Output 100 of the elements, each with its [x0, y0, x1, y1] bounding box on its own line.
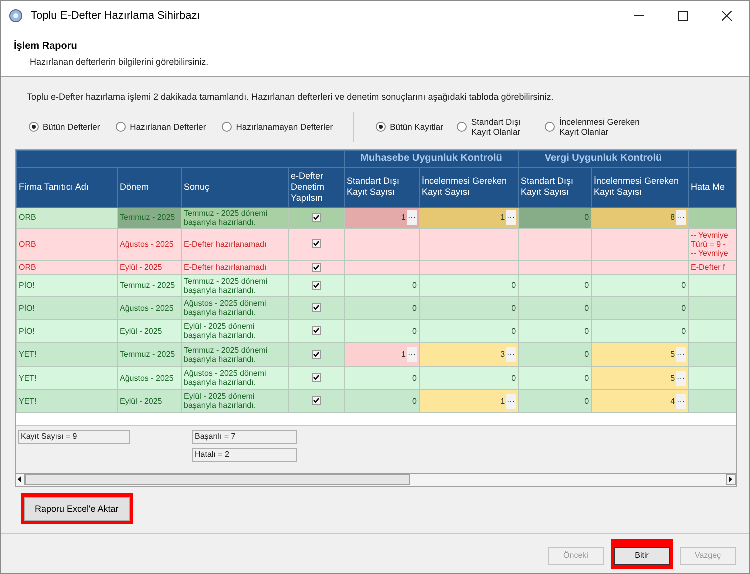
radio-icon[interactable] [545, 122, 556, 132]
table-cell: Ağustos - 2025 [118, 296, 182, 320]
table-cell: Temmuz - 2025 [118, 274, 182, 296]
page-subtitle: Hazırlanan defterlerin bilgilerini görebilirsiniz. [29, 56, 210, 69]
count-value: 4 [670, 396, 676, 406]
export-excel-button[interactable]: Raporu Excel'e Aktar [24, 497, 130, 522]
radio-icon[interactable] [29, 122, 39, 132]
count-value: 0 [412, 396, 417, 406]
count-value: 0 [584, 213, 590, 222]
table-cell: ORB [16, 207, 118, 228]
details-button[interactable]: ··· [676, 394, 686, 408]
maximize-icon[interactable] [678, 11, 688, 21]
column-header[interactable]: Standart Dışı Kayıt Sayısı [518, 167, 592, 207]
count-value: 8 [670, 213, 676, 222]
table-cell: YET! [16, 342, 118, 366]
count-value: 1 [500, 213, 506, 222]
table-cell: E-Defter hazırlanamadı [182, 260, 288, 274]
count-value: 0 [512, 281, 516, 290]
checkbox[interactable] [312, 373, 321, 382]
table-cell: Eylül - 2025 dönemi başarıyla hazırlandı. [182, 320, 288, 342]
details-button[interactable]: ··· [506, 347, 516, 362]
column-header[interactable]: Standart Dışı Kayıt Sayısı [344, 167, 420, 207]
radio-button[interactable]: Bütün Kayıtlar [376, 122, 444, 132]
table-cell: Eylül - 2025 [118, 320, 182, 342]
details-button[interactable]: ··· [676, 347, 686, 362]
column-header[interactable]: Dönem [118, 167, 182, 207]
checkbox[interactable] [312, 262, 321, 272]
count-value: 0 [584, 350, 590, 359]
column-header[interactable]: e-Defter Denetim Yapılsın [288, 167, 344, 207]
count-value: 0 [682, 281, 686, 290]
column-group-header: Muhasebe Uygunluk Kontrolü [344, 150, 519, 167]
count-value: 1 [402, 213, 406, 222]
radio-icon[interactable] [457, 122, 468, 132]
record-count: Kayıt Sayısı = 9 [18, 430, 130, 444]
radio-button[interactable]: Hazırlanan Defterler [116, 122, 206, 132]
details-button[interactable]: ··· [676, 210, 686, 225]
count-value: 0 [412, 326, 417, 336]
table-cell: Ağustos - 2025 [118, 228, 182, 260]
table-cell: Eylül - 2025 dönemi başarıyla hazırlandı. [182, 390, 288, 412]
table-cell: ORB [16, 228, 118, 260]
count-value: 0 [412, 374, 417, 382]
checkbox[interactable] [312, 350, 321, 359]
count-value: 0 [512, 374, 516, 382]
close-icon[interactable] [722, 11, 732, 21]
checkbox[interactable] [312, 280, 321, 290]
table-cell: Temmuz - 2025 dönemi başarıyla hazırlandı. [182, 274, 288, 296]
table-cell: Ağustos - 2025 dönemi başarıyla hazırlandı. [182, 366, 288, 390]
count-value: 0 [412, 281, 417, 290]
details-button[interactable]: ··· [506, 210, 516, 225]
radio-icon[interactable] [116, 122, 126, 132]
column-header[interactable]: Sonuç [182, 167, 288, 207]
scrollbar-thumb[interactable] [25, 474, 410, 485]
checkbox[interactable] [312, 239, 321, 248]
checkbox[interactable] [312, 212, 321, 222]
details-button[interactable]: ··· [407, 347, 417, 362]
radio-button[interactable]: Bütün Defterler [29, 122, 100, 132]
count-value: 0 [584, 374, 590, 382]
success-count: Başarılı = 7 [192, 430, 297, 444]
radio-button[interactable]: Standart Dışı Kayıt Olanlar [457, 116, 532, 136]
count-value: 0 [512, 326, 516, 336]
table-cell: Ağustos - 2025 dönemi başarıyla hazırlandı. [182, 296, 288, 320]
radio-icon[interactable] [222, 122, 232, 132]
radio-icon[interactable] [376, 122, 386, 132]
count-value: 0 [682, 304, 686, 312]
radio-button[interactable]: Hazırlanamayan Defterler [222, 122, 334, 132]
checkbox[interactable] [312, 396, 321, 406]
radio-button[interactable]: İncelenmesi Gereken Kayıt Olanlar [545, 116, 652, 136]
count-value: 3 [500, 350, 506, 359]
details-button[interactable]: ··· [407, 210, 417, 225]
count-value: 5 [670, 350, 676, 359]
column-header[interactable]: İncelenmesi Gereken Kayıt Sayısı [592, 167, 689, 207]
column-header[interactable]: Hata Me [688, 167, 736, 207]
count-value: 0 [584, 304, 590, 312]
error-count: Hatalı = 2 [192, 448, 297, 462]
count-value: 1 [500, 396, 506, 406]
info-text: Toplu e-Defter hazırlama işlemi 2 dakikada tamamlandı. Hazırlanan defterleri ve denetim sonuçlarını aşağıdaki tabloda görebilirsiniz. [27, 91, 555, 104]
window-title: Toplu E-Defter Hazırlama Sihirbazı [31, 8, 200, 24]
checkbox[interactable] [312, 326, 321, 336]
table-cell: Temmuz - 2025 [118, 342, 182, 366]
count-value: 0 [512, 304, 516, 312]
table-cell: PİO! [16, 274, 118, 296]
count-value: 0 [584, 281, 590, 290]
table-cell: E-Defter hazırlanamadı [182, 228, 288, 260]
column-header[interactable]: Firma Tanıtıcı Adı [16, 167, 118, 207]
table-cell: PİO! [16, 320, 118, 342]
wizard-button[interactable]: Bitir [614, 546, 670, 564]
details-button[interactable]: ··· [506, 394, 516, 408]
checkbox[interactable] [312, 303, 321, 312]
app-icon [9, 9, 23, 23]
scroll-right-icon[interactable] [726, 474, 736, 485]
table-cell: Ağustos - 2025 [118, 366, 182, 390]
horizontal-scrollbar[interactable] [16, 472, 736, 486]
count-value: 5 [670, 374, 676, 382]
column-header[interactable]: İncelenmesi Gereken Kayıt Sayısı [420, 167, 519, 207]
table-cell: Temmuz - 2025 dönemi başarıyla hazırlandı. [182, 207, 288, 228]
table-cell: Eylül - 2025 [118, 390, 182, 412]
count-value: 0 [584, 396, 590, 406]
page-title: İşlem Raporu [14, 39, 78, 54]
table-cell: Temmuz - 2025 dönemi başarıyla hazırlandı. [182, 342, 288, 366]
details-button[interactable]: ··· [676, 370, 686, 386]
